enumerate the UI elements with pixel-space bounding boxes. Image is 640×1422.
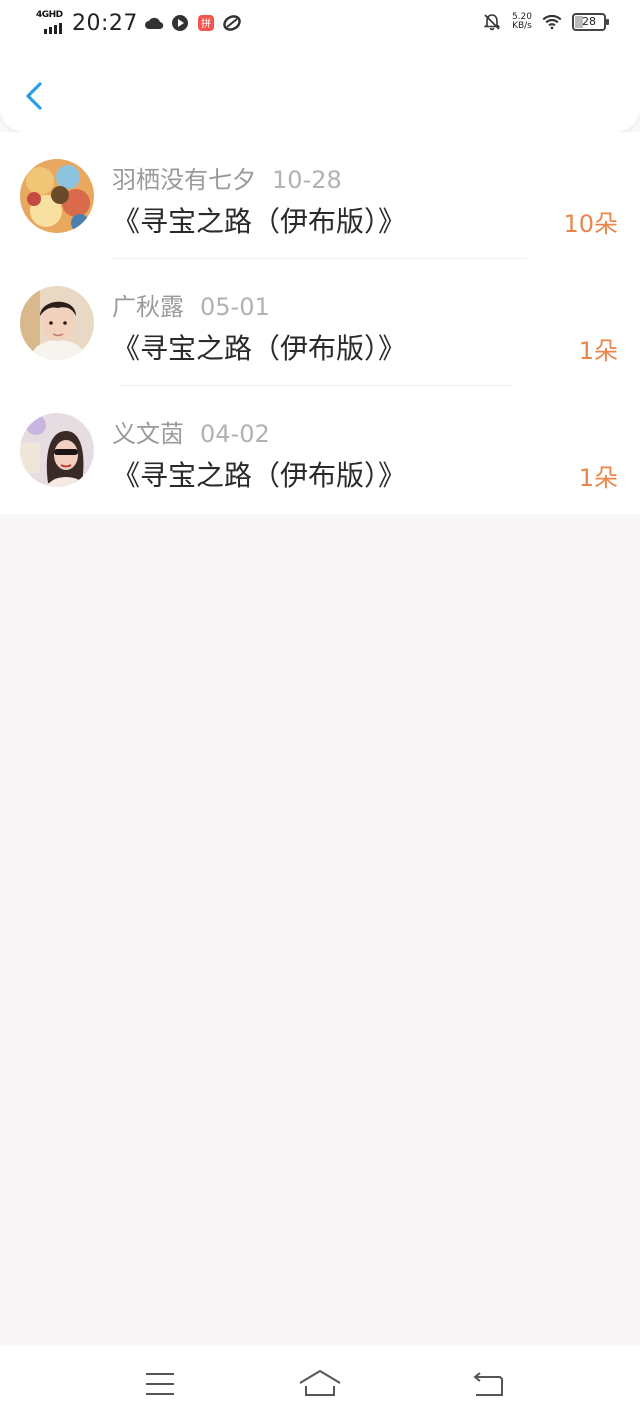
network-type: 4GHD	[36, 10, 63, 20]
flower-count: 1朵	[578, 464, 618, 492]
top-app-bar	[0, 50, 640, 132]
home-icon	[299, 1370, 341, 1396]
back-button[interactable]	[16, 76, 52, 116]
sender-name: 广秋露	[112, 293, 184, 321]
flower-count: 1朵	[578, 337, 618, 365]
avatar[interactable]	[20, 159, 94, 233]
list-item[interactable]: 义文茵 04-02 《寻宝之路（伊布版）》 1朵	[0, 386, 640, 514]
sender-name: 义文茵	[112, 420, 184, 448]
sender-line: 广秋露 05-01	[112, 287, 270, 322]
menu-button[interactable]	[140, 1367, 180, 1401]
sender-line: 羽栖没有七夕 10-28	[112, 160, 342, 195]
link-icon	[222, 13, 242, 33]
svg-text:拼: 拼	[201, 17, 211, 30]
list-item[interactable]: 羽栖没有七夕 10-28 《寻宝之路（伊布版）》 10朵	[0, 132, 640, 259]
back-nav-button[interactable]	[468, 1367, 508, 1401]
network-speed: 5.20 KB/s	[511, 12, 532, 31]
wifi-icon	[542, 12, 562, 32]
sender-name: 羽栖没有七夕	[112, 166, 256, 194]
gift-date: 10-28	[272, 166, 342, 194]
gift-list: 羽栖没有七夕 10-28 《寻宝之路（伊布版）》 10朵 广秋露 05-01 《寻宝…	[0, 132, 640, 514]
system-nav-bar	[0, 1345, 640, 1422]
bell-off-icon	[482, 12, 502, 32]
status-bar: 4GHD 20:27 拼 5.20 KB/s 28	[0, 0, 640, 50]
gift-date: 05-01	[200, 293, 270, 321]
signal-icon: 4GHD	[36, 10, 66, 36]
status-time: 20:27	[72, 10, 138, 36]
gift-date: 04-02	[200, 420, 270, 448]
cloud-icon	[144, 13, 164, 33]
sender-line: 义文茵 04-02	[112, 414, 270, 449]
back-chevron-icon	[26, 82, 42, 110]
book-title[interactable]: 《寻宝之路（伊布版）》	[112, 327, 406, 367]
avatar[interactable]	[20, 286, 94, 360]
menu-icon	[146, 1373, 174, 1395]
app-badge-icon: 拼	[196, 13, 216, 33]
list-item[interactable]: 广秋露 05-01 《寻宝之路（伊布版）》 1朵	[0, 259, 640, 386]
back-icon	[473, 1372, 503, 1396]
home-button[interactable]	[298, 1367, 342, 1401]
avatar[interactable]	[20, 413, 94, 487]
book-title[interactable]: 《寻宝之路（伊布版）》	[112, 200, 406, 240]
book-title[interactable]: 《寻宝之路（伊布版）》	[112, 454, 406, 494]
battery-level: 28	[582, 15, 596, 28]
battery-icon: 28	[572, 13, 609, 31]
music-icon	[170, 13, 190, 33]
flower-count: 10朵	[563, 210, 618, 238]
